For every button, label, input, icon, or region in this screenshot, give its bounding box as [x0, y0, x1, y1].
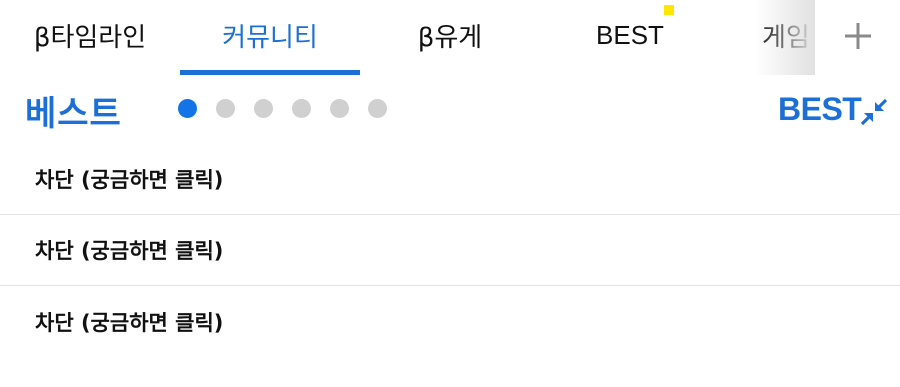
pager-dot-1[interactable]	[178, 99, 197, 118]
active-tab-indicator	[180, 70, 360, 75]
pager-dot-4[interactable]	[292, 99, 311, 118]
list-item[interactable]: 차단 (궁금하면 클릭)	[0, 144, 900, 215]
best-link[interactable]: BEST	[778, 91, 862, 128]
list-item[interactable]: 차단 (궁금하면 클릭)	[0, 286, 900, 357]
plus-icon	[844, 23, 871, 49]
add-tab-button[interactable]	[815, 0, 900, 72]
best-section-title: 베스트	[25, 94, 122, 134]
best-post-list: 차단 (궁금하면 클릭) 차단 (궁금하면 클릭) 차단 (궁금하면 클릭)	[0, 144, 900, 357]
carousel-pager	[178, 99, 387, 118]
tab-beta-timeline[interactable]: β타임라인	[0, 0, 180, 70]
pager-dot-3[interactable]	[254, 99, 273, 118]
tab-community[interactable]: 커뮤니티	[180, 0, 360, 70]
tab-best[interactable]: BEST	[540, 0, 720, 70]
pager-dot-2[interactable]	[216, 99, 235, 118]
new-badge-dot	[664, 5, 674, 15]
pager-dot-6[interactable]	[368, 99, 387, 118]
collapse-arrows-icon[interactable]	[860, 98, 888, 126]
top-tab-bar: β타임라인 커뮤니티 β유게 BEST 게임	[0, 0, 900, 76]
tab-beta-yuge[interactable]: β유게	[360, 0, 540, 70]
best-section-header: 베스트 BEST	[0, 78, 900, 142]
list-item[interactable]: 차단 (궁금하면 클릭)	[0, 215, 900, 286]
pager-dot-5[interactable]	[330, 99, 349, 118]
